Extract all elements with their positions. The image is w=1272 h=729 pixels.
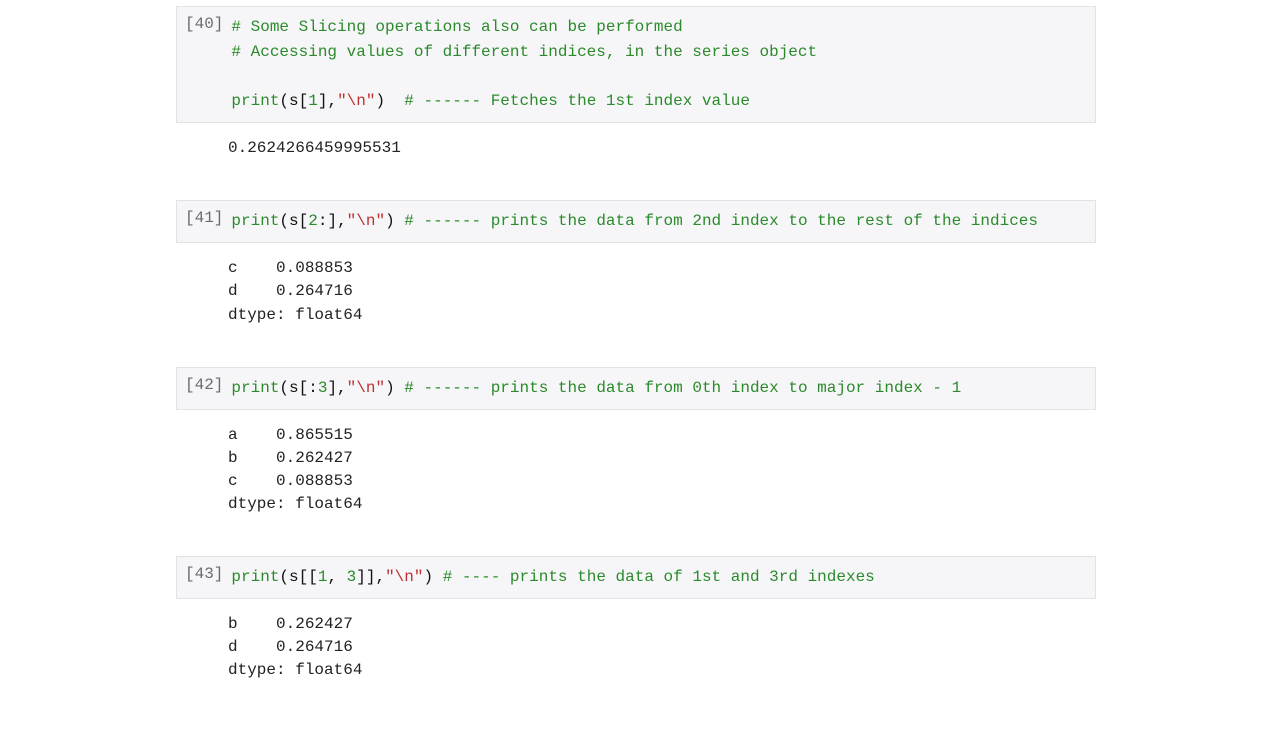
code-editor[interactable]: print(s[[1, 3]],"\n") # ---- prints the … [231,563,1095,592]
input-prompt: [40] [177,13,231,33]
input-prompt: [43] [177,563,231,583]
output-area: 0.2624266459995531 [176,123,1096,160]
code-editor[interactable]: print(s[2:],"\n") # ------ prints the da… [231,207,1095,236]
cell-output: a 0.865515 b 0.262427 c 0.088853 dtype: … [228,424,1096,517]
notebook-cell: [40] # Some Slicing operations also can … [176,6,1096,160]
input-area[interactable]: [40] # Some Slicing operations also can … [176,6,1096,123]
input-prompt: [42] [177,374,231,394]
cell-output: c 0.088853 d 0.264716 dtype: float64 [228,257,1096,327]
cell-output: 0.2624266459995531 [228,137,1096,160]
input-prompt: [41] [177,207,231,227]
code-editor[interactable]: print(s[:3],"\n") # ------ prints the da… [231,374,1095,403]
input-area[interactable]: [41] print(s[2:],"\n") # ------ prints t… [176,200,1096,243]
input-area[interactable]: [43] print(s[[1, 3]],"\n") # ---- prints… [176,556,1096,599]
notebook-container: [40] # Some Slicing operations also can … [176,0,1096,729]
input-area[interactable]: [42] print(s[:3],"\n") # ------ prints t… [176,367,1096,410]
output-area: a 0.865515 b 0.262427 c 0.088853 dtype: … [176,410,1096,517]
notebook-cell: [43] print(s[[1, 3]],"\n") # ---- prints… [176,556,1096,682]
cell-output: b 0.262427 d 0.264716 dtype: float64 [228,613,1096,683]
output-area: c 0.088853 d 0.264716 dtype: float64 [176,243,1096,327]
output-area: b 0.262427 d 0.264716 dtype: float64 [176,599,1096,683]
notebook-cell: [42] print(s[:3],"\n") # ------ prints t… [176,367,1096,517]
code-editor[interactable]: # Some Slicing operations also can be pe… [231,13,1095,116]
notebook-cell: [41] print(s[2:],"\n") # ------ prints t… [176,200,1096,326]
